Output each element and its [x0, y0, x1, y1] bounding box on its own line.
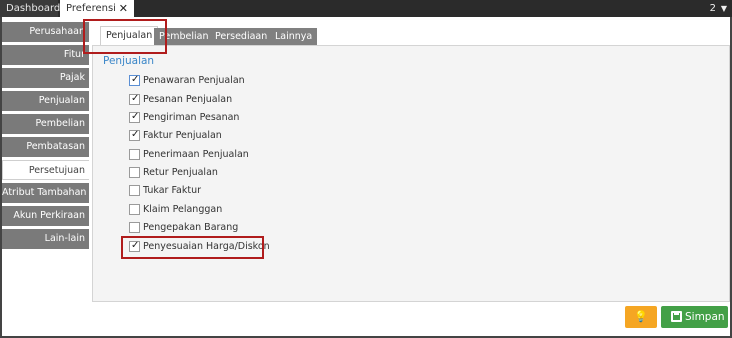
sidebar-item-fitur[interactable]: Fitur — [2, 45, 89, 65]
sidebar-item-perusahaan[interactable]: Perusahaan — [2, 22, 89, 42]
tab-preferensi[interactable]: Preferensi ✕ — [60, 0, 134, 17]
sidebar-item-pembelian[interactable]: Pembelian — [2, 114, 89, 134]
window-tab-bar: Dashboard Preferensi ✕ 2 ▼ — [0, 0, 732, 17]
tab-persediaan[interactable]: Persediaan — [210, 28, 273, 45]
option-label: Penerimaan Penjualan — [143, 149, 249, 160]
section-title: Penjualan — [103, 55, 155, 67]
tab-lainnya[interactable]: Lainnya — [270, 28, 318, 45]
checkbox[interactable] — [129, 204, 140, 215]
checkbox[interactable] — [129, 185, 140, 196]
highlight-box-option — [121, 236, 264, 259]
option-label: Retur Penjualan — [143, 167, 218, 178]
checkbox[interactable] — [129, 167, 140, 178]
checkbox[interactable] — [129, 110, 140, 124]
checkbox[interactable] — [129, 222, 140, 233]
checkbox[interactable] — [129, 128, 140, 142]
option-label: Pengiriman Pesanan — [143, 112, 240, 123]
approval-panel: Penjualan Penawaran Penjualan Pesanan Pe… — [92, 45, 730, 302]
sidebar-item-pajak[interactable]: Pajak — [2, 68, 89, 88]
floppy-disk-icon — [671, 311, 682, 322]
save-button-label: Simpan — [685, 311, 725, 323]
lightbulb-icon: 💡 — [634, 310, 648, 323]
option-label: Pesanan Penjualan — [143, 94, 233, 105]
checkbox[interactable] — [129, 92, 140, 106]
tab-dashboard[interactable]: Dashboard — [0, 0, 61, 17]
sidebar-item-akun-perkiraan[interactable]: Akun Perkiraan — [2, 206, 89, 226]
checkbox[interactable] — [129, 149, 140, 160]
sidebar-item-lain-lain[interactable]: Lain-lain — [2, 229, 89, 249]
highlight-box-tab — [83, 19, 167, 54]
option-label: Pengepakan Barang — [143, 222, 239, 233]
option-label: Klaim Pelanggan — [143, 204, 223, 215]
sidebar-item-atribut-tambahan[interactable]: Atribut Tambahan — [2, 183, 89, 203]
preferences-sidebar: Perusahaan Fitur Pajak Penjualan Pembeli… — [2, 22, 89, 252]
option-label: Tukar Faktur — [143, 185, 202, 196]
chevron-down-icon[interactable]: ▼ — [721, 0, 727, 17]
tab-preferensi-label: Preferensi — [66, 3, 116, 14]
tip-button[interactable]: 💡 — [625, 306, 657, 328]
sidebar-item-penjualan[interactable]: Penjualan — [2, 91, 89, 111]
sidebar-item-pembatasan[interactable]: Pembatasan — [2, 137, 89, 157]
sidebar-item-persetujuan[interactable]: Persetujuan — [2, 160, 89, 180]
close-icon[interactable]: ✕ — [119, 0, 128, 17]
option-label: Faktur Penjualan — [143, 130, 222, 141]
option-label: Penawaran Penjualan — [143, 75, 245, 86]
open-tabs-count[interactable]: 2 — [710, 0, 716, 17]
save-button[interactable]: Simpan — [661, 306, 728, 328]
tab-dashboard-label: Dashboard — [6, 3, 61, 14]
checkbox[interactable] — [129, 73, 140, 87]
